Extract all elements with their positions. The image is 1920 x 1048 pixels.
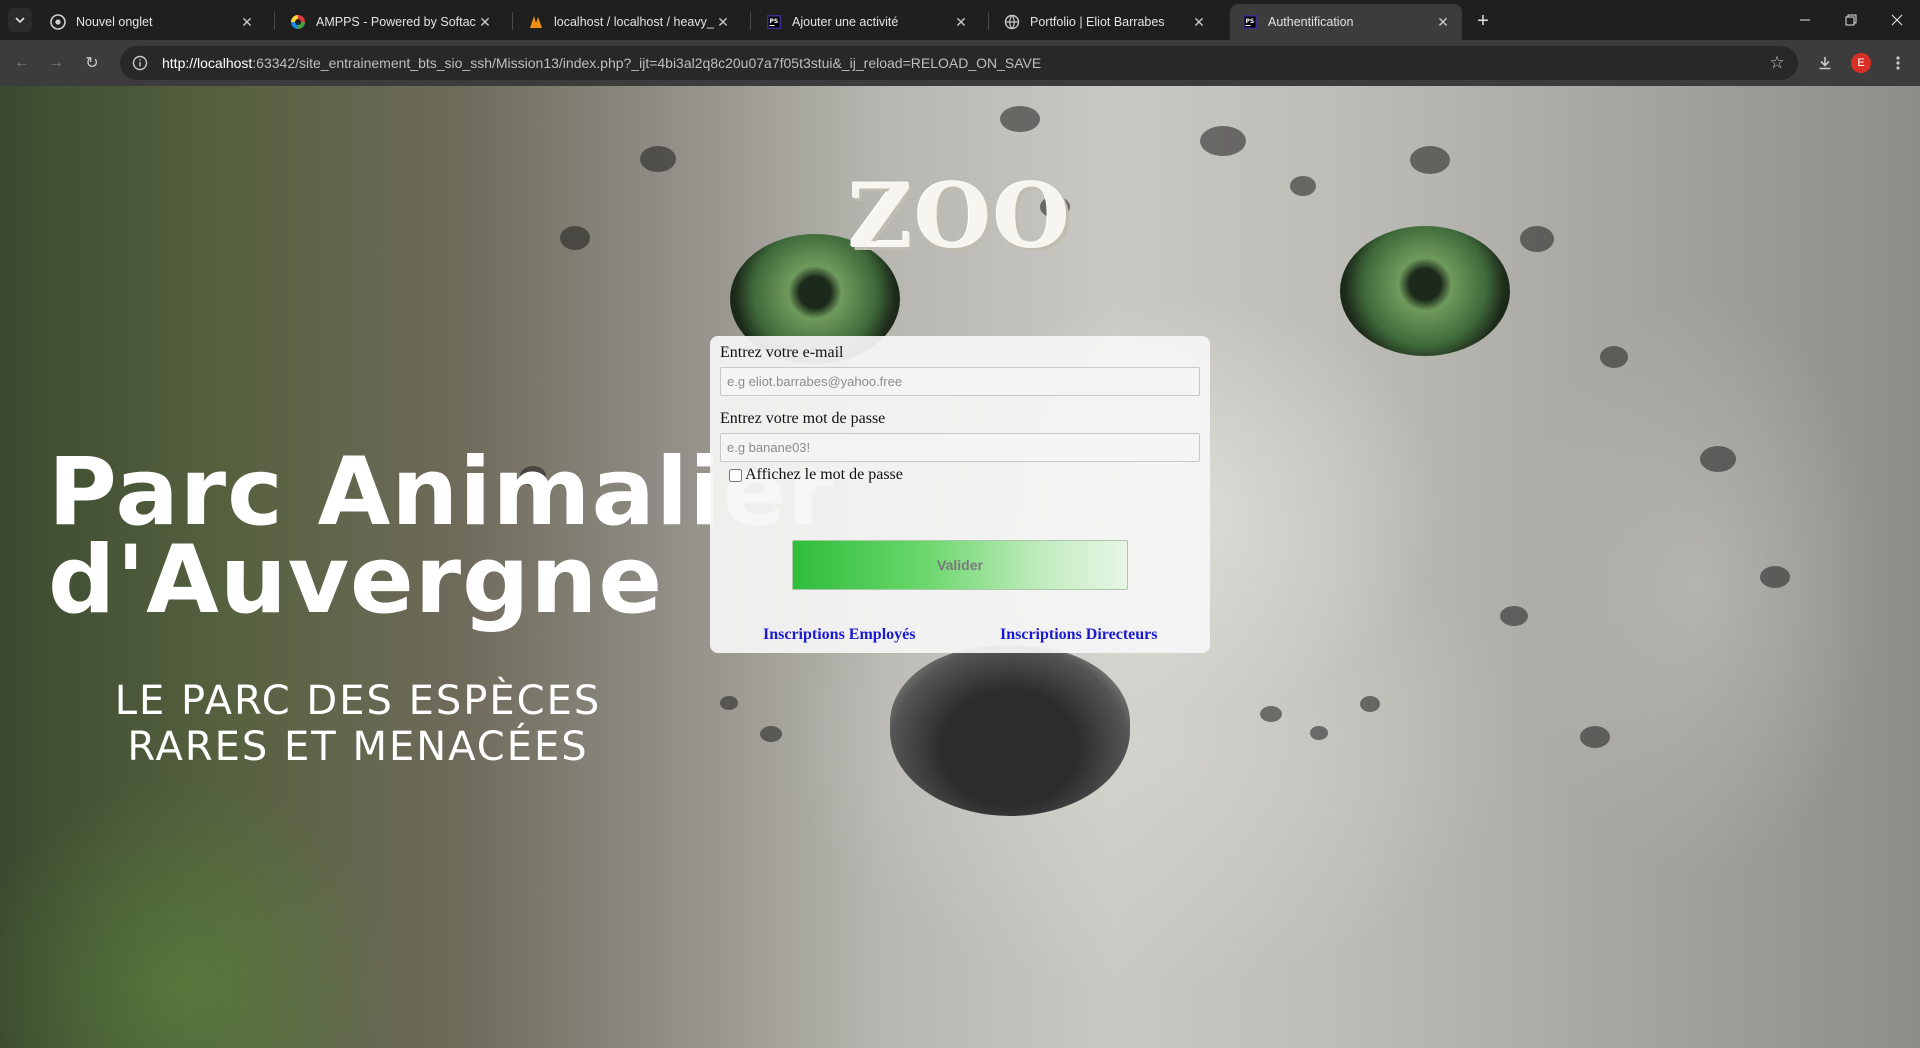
svg-text:PS: PS <box>770 18 779 25</box>
address-bar[interactable]: http://localhost:63342/site_entrainement… <box>120 46 1798 80</box>
reload-button[interactable]: ↻ <box>80 51 104 75</box>
close-window-button[interactable] <box>1874 0 1920 40</box>
restore-button[interactable] <box>1828 0 1874 40</box>
close-icon[interactable]: ✕ <box>714 13 732 31</box>
url-path: :63342/site_entrainement_bts_sio_ssh/Mis… <box>252 55 1042 71</box>
close-icon[interactable]: ✕ <box>952 13 970 31</box>
tab-strip: Nouvel onglet ✕ AMPPS - Powered by Softa… <box>0 0 1920 40</box>
menu-button[interactable] <box>1886 51 1910 75</box>
link-inscriptions-directeurs[interactable]: Inscriptions Directeurs <box>1000 626 1157 644</box>
url-host: http://localhost <box>162 55 253 71</box>
password-field[interactable] <box>720 433 1200 462</box>
info-icon[interactable] <box>132 55 148 71</box>
tab-title: Nouvel onglet <box>76 15 153 29</box>
download-icon <box>1819 57 1831 70</box>
tab-separator <box>988 12 989 30</box>
minimize-icon <box>1800 19 1810 21</box>
page-title: ZOO <box>848 164 1072 268</box>
svg-text:PS: PS <box>1246 18 1255 25</box>
globe-icon <box>1004 14 1020 30</box>
more-vertical-icon <box>1896 56 1900 70</box>
downloads-button[interactable] <box>1813 51 1837 75</box>
close-icon[interactable]: ✕ <box>476 13 494 31</box>
arrow-left-icon: ← <box>14 54 30 71</box>
link-inscriptions-employes[interactable]: Inscriptions Employés <box>763 626 915 644</box>
ampps-icon <box>290 14 306 30</box>
password-label: Entrez votre mot de passe <box>720 410 886 427</box>
back-button[interactable]: ← <box>10 51 34 75</box>
tab-authentification[interactable]: PS Authentification ✕ <box>1230 4 1462 40</box>
close-icon <box>1891 14 1903 26</box>
bookmark-star-icon[interactable]: ☆ <box>1768 54 1786 72</box>
tab-portfolio[interactable]: Portfolio | Eliot Barrabes ✕ <box>992 4 1218 40</box>
tab-separator <box>512 12 513 30</box>
tab-title: AMPPS - Powered by Softaculous <box>316 15 476 29</box>
email-label: Entrez votre e-mail <box>720 344 844 361</box>
show-password-checkbox[interactable] <box>729 468 742 482</box>
minimize-button[interactable] <box>1782 0 1828 40</box>
logo-line-2: d'Auvergne <box>48 526 664 635</box>
tab-title: Ajouter une activité <box>792 15 899 29</box>
chrome-icon <box>50 14 66 30</box>
phpstorm-icon: PS <box>1242 14 1258 30</box>
browser-toolbar: ← → ↻ http://localhost:63342/site_entrai… <box>0 40 1920 86</box>
show-password-label[interactable]: Affichez le mot de passe <box>745 466 903 484</box>
tab-search-button[interactable] <box>8 8 32 32</box>
tab-phpmyadmin[interactable]: localhost / localhost / heavy_ap ✕ <box>516 4 742 40</box>
tab-separator <box>750 12 751 30</box>
logo-tagline-line-1: LE PARC DES ESPÈCES <box>114 678 602 724</box>
registration-links: Inscriptions Employés Inscriptions Direc… <box>710 626 1210 646</box>
tab-ampps[interactable]: AMPPS - Powered by Softaculous ✕ <box>278 4 504 40</box>
close-icon[interactable]: ✕ <box>1434 13 1452 31</box>
arrow-right-icon: → <box>48 54 64 71</box>
close-icon[interactable]: ✕ <box>238 13 256 31</box>
logo-tagline-line-2: RARES ET MENACÉES <box>127 724 589 770</box>
login-form: Entrez votre e-mail Entrez votre mot de … <box>710 336 1210 653</box>
show-password-row: Affichez le mot de passe <box>720 466 1200 484</box>
tab-title: Authentification <box>1268 15 1354 29</box>
page-viewport: ZOO Parc Animalier d'Auvergne LE PARC DE… <box>0 86 1920 1048</box>
tab-ajouter-activite[interactable]: PS Ajouter une activité ✕ <box>754 4 980 40</box>
tab-separator <box>274 12 275 30</box>
restore-icon <box>1845 14 1857 26</box>
leopard-eye-right <box>1340 226 1510 356</box>
reload-icon: ↻ <box>85 55 99 72</box>
close-icon[interactable]: ✕ <box>1190 13 1208 31</box>
tab-nouvel-onglet[interactable]: Nouvel onglet ✕ <box>38 4 266 40</box>
url-text[interactable]: http://localhost:63342/site_entrainement… <box>162 55 1041 71</box>
forward-button[interactable]: → <box>44 51 68 75</box>
plus-icon: + <box>1477 9 1489 32</box>
logo-mountain-bird-icon <box>155 534 275 626</box>
submit-button[interactable]: Valider <box>792 540 1128 590</box>
new-tab-button[interactable]: + <box>1470 8 1496 34</box>
phpmyadmin-icon <box>528 14 544 30</box>
tab-title: Portfolio | Eliot Barrabes <box>1030 15 1165 29</box>
tab-title: localhost / localhost / heavy_ap <box>554 15 714 29</box>
leopard-nose <box>890 646 1130 816</box>
chevron-down-icon <box>15 17 25 24</box>
phpstorm-icon: PS <box>766 14 782 30</box>
email-field[interactable] <box>720 367 1200 396</box>
profile-avatar[interactable]: E <box>1851 53 1871 73</box>
